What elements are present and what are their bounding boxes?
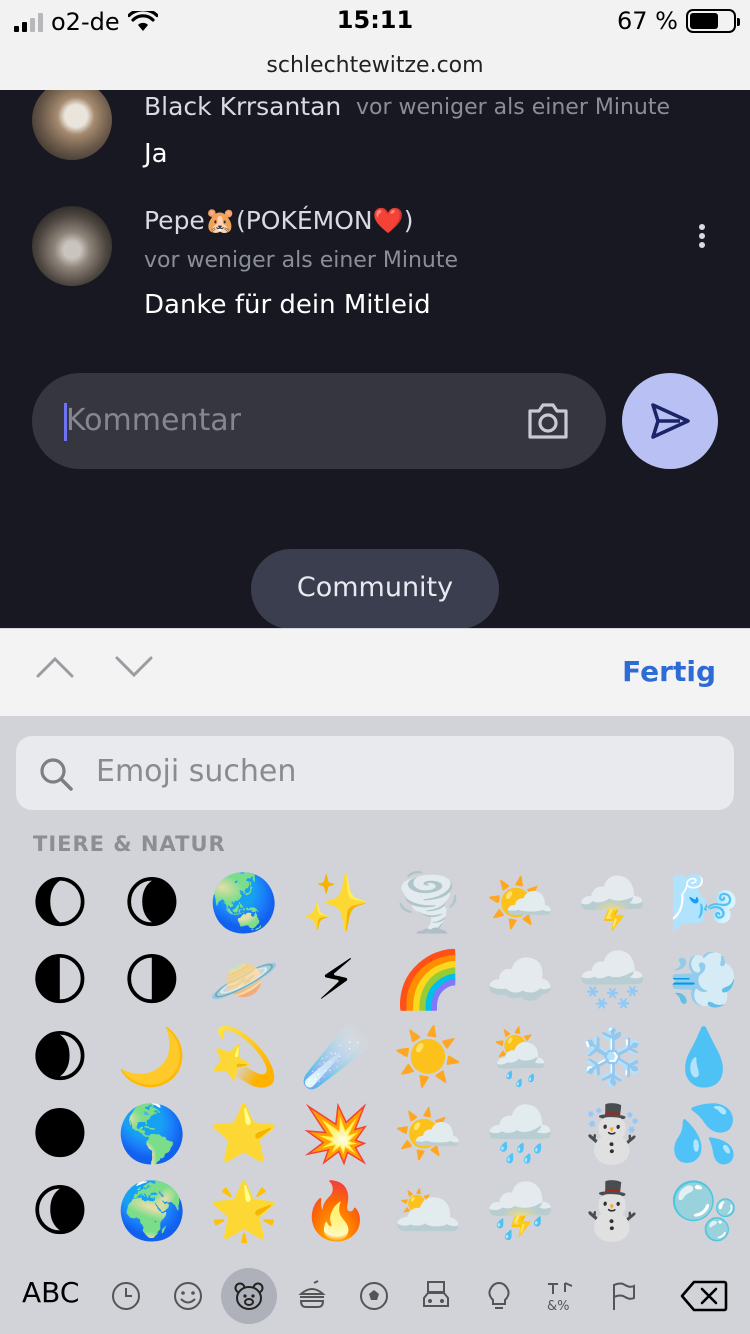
camera-icon[interactable] <box>526 401 570 441</box>
emoji-key[interactable]: 💫 <box>198 1020 290 1096</box>
comment-timestamp: vor weniger als einer Minute <box>144 248 458 273</box>
chevron-down-icon[interactable] <box>115 655 153 679</box>
emoji-key[interactable]: 🌗 <box>106 943 198 1019</box>
emoji-key[interactable]: 🌤️ <box>382 1097 474 1173</box>
emoji-key[interactable]: ✨ <box>290 866 382 942</box>
url-bar[interactable]: schlechtewitze.com <box>0 44 750 90</box>
done-button[interactable]: Fertig <box>622 655 716 688</box>
emoji-key[interactable]: 🌬️ <box>658 866 750 942</box>
emoji-key[interactable]: ❄️ <box>566 1020 658 1096</box>
emoji-key[interactable]: 🪐 <box>198 943 290 1019</box>
avatar[interactable] <box>32 90 112 160</box>
url-domain: schlechtewitze.com <box>266 53 484 78</box>
emoji-key[interactable]: 🌎 <box>106 1097 198 1173</box>
emoji-search-placeholder: Emoji suchen <box>96 754 297 789</box>
emoji-key[interactable]: 💥 <box>290 1097 382 1173</box>
emoji-key[interactable]: 🌑 <box>14 1097 106 1173</box>
battery-icon <box>686 9 740 33</box>
bear-icon[interactable] <box>221 1268 277 1324</box>
emoji-key[interactable]: 🌓 <box>14 943 106 1019</box>
emoji-key[interactable]: ⚡ <box>290 943 382 1019</box>
emoji-key[interactable]: 🌔 <box>14 866 106 942</box>
comment-placeholder: Kommentar <box>66 403 241 438</box>
emoji-key[interactable]: 🌟 <box>198 1174 290 1250</box>
emoji-key[interactable]: 🌘 <box>106 866 198 942</box>
search-icon <box>40 758 73 791</box>
battery-percent: 67 % <box>617 7 678 35</box>
emoji-category-title: TIERE & NATUR <box>33 832 226 856</box>
emoji-key[interactable]: 🌧️ <box>474 1097 566 1173</box>
ball-icon[interactable] <box>346 1268 402 1324</box>
comment-input[interactable]: Kommentar <box>32 373 606 469</box>
emoji-key[interactable]: 🌩️ <box>566 866 658 942</box>
emoji-key[interactable]: 🫧 <box>658 1174 750 1250</box>
comment-author[interactable]: Black Krrsantan <box>144 92 341 121</box>
smiley-icon[interactable] <box>160 1268 216 1324</box>
emoji-key[interactable]: ⛈️ <box>474 1174 566 1250</box>
flag-icon[interactable] <box>595 1268 651 1324</box>
symbols-icon[interactable]: &% <box>533 1268 589 1324</box>
emoji-key[interactable]: ☃️ <box>566 1097 658 1173</box>
emoji-key[interactable]: 🌨️ <box>566 943 658 1019</box>
emoji-key[interactable]: 🌪️ <box>382 866 474 942</box>
emoji-key[interactable]: 💦 <box>658 1097 750 1173</box>
avatar[interactable] <box>32 206 112 286</box>
emoji-key[interactable]: ⭐ <box>198 1097 290 1173</box>
emoji-key[interactable]: 🌤️ <box>474 866 566 942</box>
emoji-key[interactable]: 🌒 <box>14 1020 106 1096</box>
car-icon[interactable] <box>408 1268 464 1324</box>
emoji-key[interactable]: 🌈 <box>382 943 474 1019</box>
emoji-key[interactable]: ⛄ <box>566 1174 658 1250</box>
send-button[interactable] <box>622 373 718 469</box>
emoji-key[interactable]: ☀️ <box>382 1020 474 1096</box>
emoji-key[interactable]: 🌘 <box>14 1174 106 1250</box>
emoji-key[interactable]: 💧 <box>658 1020 750 1096</box>
emoji-key[interactable]: 💨 <box>658 943 750 1019</box>
emoji-key[interactable]: 🔥 <box>290 1174 382 1250</box>
backspace-icon[interactable] <box>680 1280 728 1312</box>
comment-text: Danke für dein Mitleid <box>144 290 431 320</box>
abc-button[interactable]: ABC <box>22 1276 79 1309</box>
more-options-icon[interactable] <box>695 224 709 254</box>
emoji-key[interactable]: 🌏 <box>198 866 290 942</box>
comment-author[interactable]: Pepe🐹(POKÉMON❤️) <box>144 206 413 236</box>
comment-timestamp: vor weniger als einer Minute <box>356 95 670 120</box>
clock-icon[interactable] <box>98 1268 154 1324</box>
emoji-key[interactable]: ☁️ <box>474 943 566 1019</box>
food-icon[interactable] <box>284 1268 340 1324</box>
community-button[interactable]: Community <box>251 549 499 628</box>
emoji-key[interactable]: 🌦️ <box>474 1020 566 1096</box>
web-content: Black Krrsantan vor weniger als einer Mi… <box>0 90 750 628</box>
send-icon <box>651 403 690 439</box>
emoji-key[interactable]: 🌙 <box>106 1020 198 1096</box>
emoji-search-input[interactable]: Emoji suchen <box>16 736 734 810</box>
svg-text:&%: &% <box>547 1299 570 1312</box>
status-bar: o2-de 15:11 67 % <box>0 0 750 44</box>
emoji-category-bar: ABC &% <box>0 1260 750 1330</box>
comment-text: Ja <box>144 139 168 169</box>
chevron-up-icon[interactable] <box>36 655 74 679</box>
emoji-key[interactable]: ☄️ <box>290 1020 382 1096</box>
bulb-icon[interactable] <box>471 1268 527 1324</box>
keyboard-accessory-bar: Fertig <box>0 628 750 716</box>
emoji-key[interactable]: 🌍 <box>106 1174 198 1250</box>
emoji-keyboard: Emoji suchen TIERE & NATUR 🌔 🌘 🌏 ✨ 🌪️ 🌤️ 🌩️ 🌬️ 🌓… <box>0 716 750 1334</box>
emoji-key[interactable]: 🌥️ <box>382 1174 474 1250</box>
